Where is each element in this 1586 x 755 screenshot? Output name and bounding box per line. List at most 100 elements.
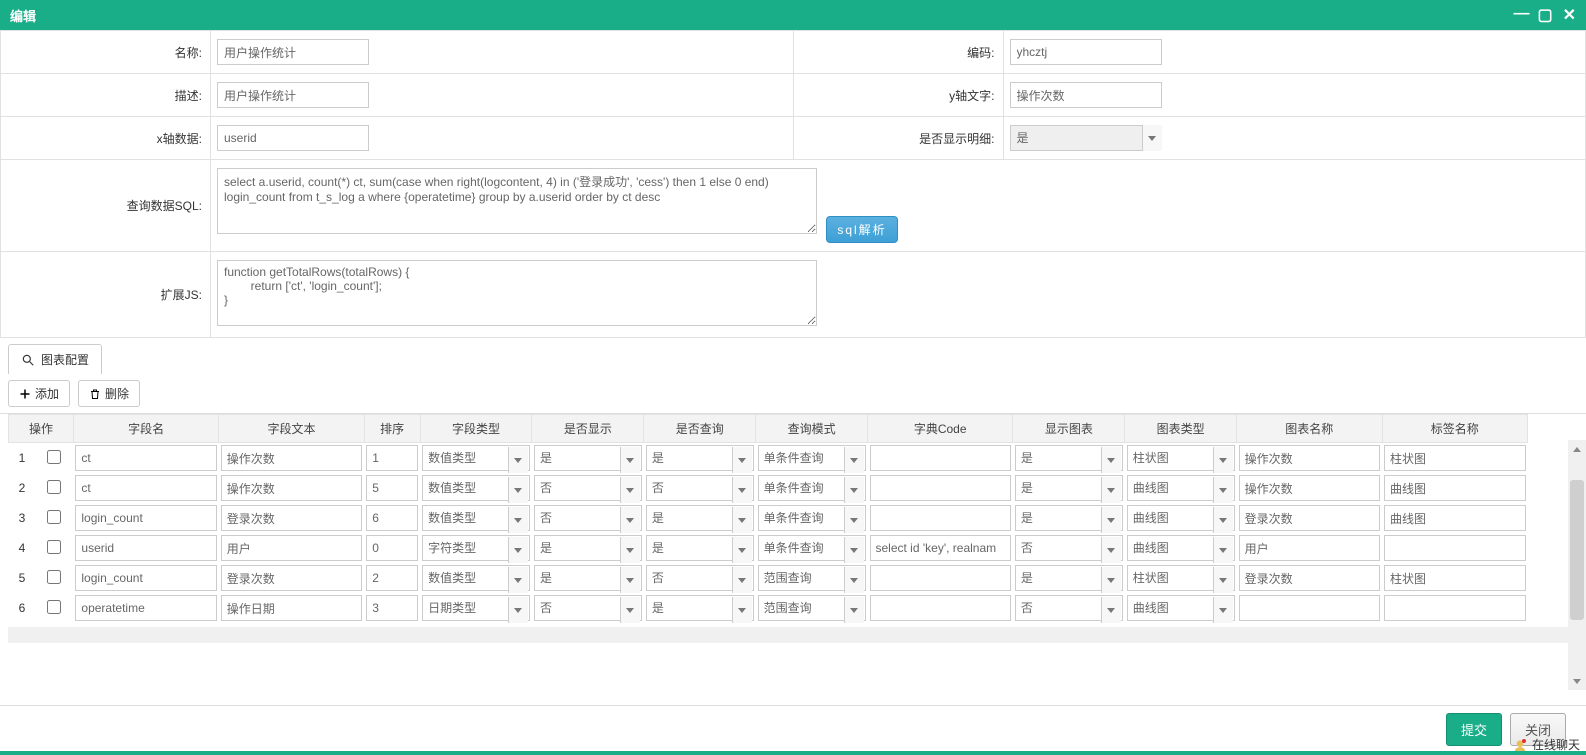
scroll-down-icon[interactable] — [1568, 672, 1586, 690]
fieldType-select[interactable]: 数值类型 — [422, 505, 530, 531]
labelName-input[interactable] — [1384, 445, 1526, 471]
fieldType-select[interactable]: 数值类型 — [422, 565, 530, 591]
submit-button[interactable]: 提交 — [1446, 713, 1502, 746]
sql-parse-button[interactable]: sql解析 — [826, 216, 897, 243]
fieldText-input[interactable] — [221, 505, 362, 531]
queryMode-select[interactable]: 单条件查询 — [758, 445, 866, 471]
chartType-select[interactable]: 曲线图 — [1127, 595, 1235, 621]
order-input[interactable] — [366, 595, 418, 621]
isQuery-select[interactable]: 是 — [646, 445, 754, 471]
fieldName-input[interactable] — [75, 505, 216, 531]
chartName-input[interactable] — [1239, 475, 1380, 501]
chartName-input[interactable] — [1239, 535, 1380, 561]
dictCode-input[interactable] — [870, 565, 1011, 591]
fieldType-select[interactable]: 日期类型 — [422, 595, 530, 621]
labelName-input[interactable] — [1384, 535, 1526, 561]
tab-chart-config[interactable]: 图表配置 — [8, 344, 102, 374]
labelName-input[interactable] — [1384, 505, 1526, 531]
fieldName-input[interactable] — [75, 535, 216, 561]
isShow-select[interactable]: 是 — [534, 535, 642, 561]
isQuery-select[interactable]: 是 — [646, 535, 754, 561]
minimize-icon[interactable]: — — [1513, 5, 1527, 25]
fieldText-input[interactable] — [221, 535, 362, 561]
isQuery-select[interactable]: 是 — [646, 505, 754, 531]
queryMode-select[interactable]: 单条件查询 — [758, 535, 866, 561]
isQuery-select[interactable]: 否 — [646, 565, 754, 591]
isShow-select[interactable]: 否 — [534, 505, 642, 531]
queryMode-select[interactable]: 单条件查询 — [758, 505, 866, 531]
chartName-input[interactable] — [1239, 595, 1380, 621]
sql-textarea[interactable]: select a.userid, count(*) ct, sum(case w… — [217, 168, 817, 234]
fieldType-select[interactable]: 字符类型 — [422, 535, 530, 561]
fieldName-input[interactable] — [75, 595, 216, 621]
order-input[interactable] — [366, 475, 418, 501]
queryMode-select[interactable]: 范围查询 — [758, 595, 866, 621]
showChart-select[interactable]: 否 — [1015, 595, 1123, 621]
fieldName-input[interactable] — [75, 475, 216, 501]
chartType-select[interactable]: 曲线图 — [1127, 475, 1235, 501]
row-checkbox[interactable] — [47, 510, 61, 524]
scroll-up-icon[interactable] — [1568, 440, 1586, 458]
fieldType-select[interactable]: 数值类型 — [422, 445, 530, 471]
order-input[interactable] — [366, 565, 418, 591]
ytext-field[interactable] — [1010, 82, 1162, 108]
order-input[interactable] — [366, 445, 418, 471]
isQuery-select[interactable]: 否 — [646, 475, 754, 501]
window-title: 编辑 — [10, 6, 36, 25]
row-checkbox[interactable] — [47, 570, 61, 584]
isQuery-select[interactable]: 是 — [646, 595, 754, 621]
code-field[interactable] — [1010, 39, 1162, 65]
row-checkbox[interactable] — [47, 600, 61, 614]
ext-textarea[interactable]: function getTotalRows(totalRows) { retur… — [217, 260, 817, 326]
dictCode-input[interactable] — [870, 505, 1011, 531]
chartName-input[interactable] — [1239, 565, 1380, 591]
labelName-input[interactable] — [1384, 595, 1526, 621]
horizontal-scrollbar[interactable] — [8, 627, 1578, 643]
chartType-select[interactable]: 柱状图 — [1127, 445, 1235, 471]
maximize-icon[interactable]: ▢ — [1537, 5, 1552, 25]
showChart-select[interactable]: 是 — [1015, 565, 1123, 591]
dictCode-input[interactable] — [870, 595, 1011, 621]
chartName-input[interactable] — [1239, 445, 1380, 471]
showChart-select[interactable]: 是 — [1015, 505, 1123, 531]
chartName-input[interactable] — [1239, 505, 1380, 531]
showChart-select[interactable]: 否 — [1015, 535, 1123, 561]
labelName-input[interactable] — [1384, 475, 1526, 501]
row-checkbox[interactable] — [47, 540, 61, 554]
showdetail-select[interactable]: 是 — [1010, 125, 1162, 151]
row-checkbox[interactable] — [47, 480, 61, 494]
vertical-scrollbar[interactable] — [1568, 440, 1586, 690]
row-checkbox[interactable] — [47, 450, 61, 464]
queryMode-select[interactable]: 范围查询 — [758, 565, 866, 591]
chartType-select[interactable]: 曲线图 — [1127, 505, 1235, 531]
dictCode-input[interactable] — [870, 475, 1011, 501]
add-button[interactable]: 添加 — [8, 380, 70, 407]
queryMode-select[interactable]: 单条件查询 — [758, 475, 866, 501]
close-icon[interactable]: ✕ — [1563, 5, 1576, 25]
fieldText-input[interactable] — [221, 475, 362, 501]
fieldType-select[interactable]: 数值类型 — [422, 475, 530, 501]
isShow-select[interactable]: 是 — [534, 565, 642, 591]
fieldName-input[interactable] — [75, 445, 216, 471]
dictCode-input[interactable] — [870, 445, 1011, 471]
desc-field[interactable] — [217, 82, 369, 108]
name-field[interactable] — [217, 39, 369, 65]
fieldName-input[interactable] — [75, 565, 216, 591]
order-input[interactable] — [366, 505, 418, 531]
scroll-thumb[interactable] — [1570, 480, 1584, 620]
showChart-select[interactable]: 是 — [1015, 445, 1123, 471]
isShow-select[interactable]: 否 — [534, 475, 642, 501]
dictCode-input[interactable] — [870, 535, 1011, 561]
fieldText-input[interactable] — [221, 565, 362, 591]
isShow-select[interactable]: 是 — [534, 445, 642, 471]
isShow-select[interactable]: 否 — [534, 595, 642, 621]
chartType-select[interactable]: 柱状图 — [1127, 565, 1235, 591]
xdata-field[interactable] — [217, 125, 369, 151]
chartType-select[interactable]: 曲线图 — [1127, 535, 1235, 561]
delete-button[interactable]: 删除 — [78, 380, 140, 407]
fieldText-input[interactable] — [221, 445, 362, 471]
fieldText-input[interactable] — [221, 595, 362, 621]
labelName-input[interactable] — [1384, 565, 1526, 591]
showChart-select[interactable]: 是 — [1015, 475, 1123, 501]
order-input[interactable] — [366, 535, 418, 561]
